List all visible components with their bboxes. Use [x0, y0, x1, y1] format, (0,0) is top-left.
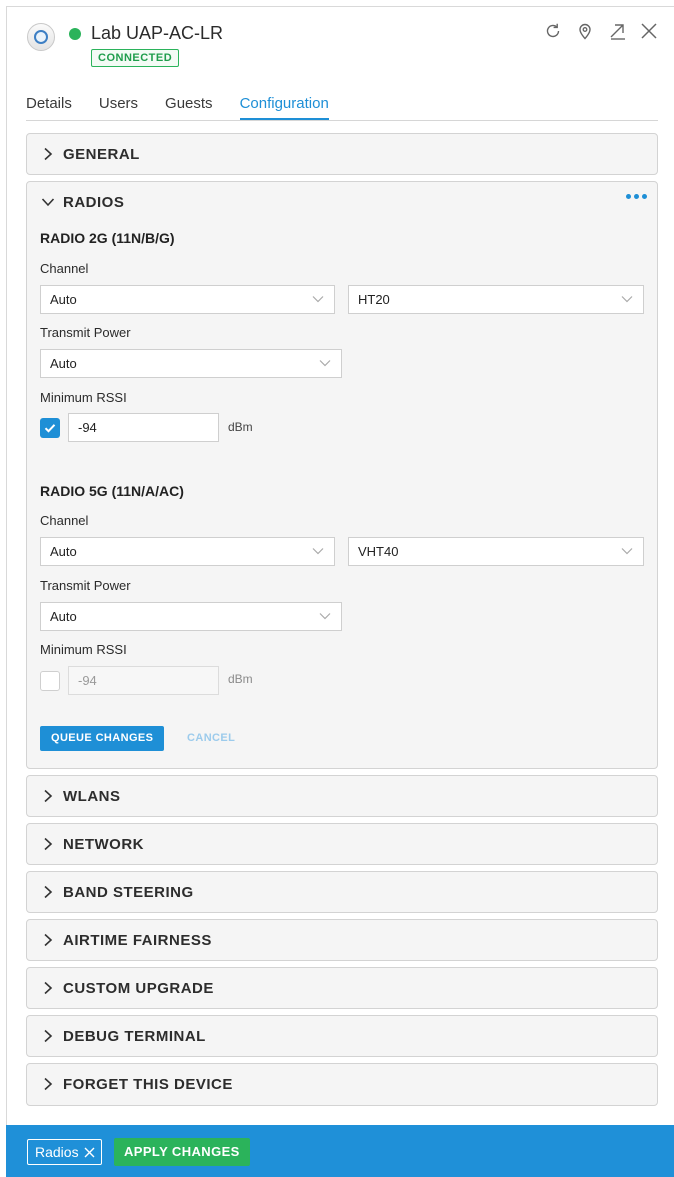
refresh-icon[interactable]: [542, 20, 564, 42]
section-general-header[interactable]: GENERAL: [27, 134, 657, 174]
rssi-unit: dBm: [228, 420, 253, 434]
section-debug-terminal: DEBUG TERMINAL: [26, 1015, 658, 1057]
pending-changes-bar: Radios APPLY CHANGES: [6, 1125, 674, 1177]
tab-users[interactable]: Users: [99, 93, 138, 120]
radio-2g-title: RADIO 2G (11N/B/G): [40, 230, 175, 246]
chevron-down-icon: [621, 296, 633, 303]
radio-5g-channel-select[interactable]: Auto: [40, 537, 335, 566]
section-title: BAND STEERING: [63, 883, 194, 901]
check-icon: [44, 424, 56, 433]
chevron-right-icon: [44, 1029, 53, 1043]
device-name: Lab UAP-AC-LR: [91, 23, 224, 43]
rssi-unit: dBm: [228, 672, 253, 686]
section-debug-terminal-header[interactable]: DEBUG TERMINAL: [27, 1016, 657, 1056]
section-title: WLANS: [63, 787, 121, 805]
section-radios: RADIOS RADIO 2G (11N/B/G) Channel Auto H…: [26, 181, 658, 769]
section-title: FORGET THIS DEVICE: [63, 1075, 233, 1093]
radio-2g-width-select[interactable]: HT20: [348, 285, 644, 314]
radio-2g-channel-select[interactable]: Auto: [40, 285, 335, 314]
transmit-power-label: Transmit Power: [40, 578, 131, 593]
chip-label: Radios: [35, 1144, 79, 1160]
chevron-down-icon: [319, 360, 331, 367]
channel-label: Channel: [40, 513, 89, 528]
popout-icon[interactable]: [606, 20, 628, 42]
queue-changes-button[interactable]: QUEUE CHANGES: [40, 726, 165, 751]
tab-configuration[interactable]: Configuration: [239, 93, 329, 120]
status-badge: CONNECTED: [91, 49, 180, 67]
device-icon: [27, 23, 55, 51]
chevron-down-icon: [319, 613, 331, 620]
section-title: AIRTIME FAIRNESS: [63, 931, 212, 949]
section-airtime-fairness: AIRTIME FAIRNESS: [26, 919, 658, 961]
radio-2g-power-select[interactable]: Auto: [40, 349, 342, 378]
section-general: GENERAL: [26, 133, 658, 175]
section-network: NETWORK: [26, 823, 658, 865]
chevron-down-icon: [41, 198, 55, 207]
radio-5g-rssi-input[interactable]: -94: [68, 666, 219, 695]
section-network-header[interactable]: NETWORK: [27, 824, 657, 864]
section-title: DEBUG TERMINAL: [63, 1027, 206, 1045]
chevron-down-icon: [621, 548, 633, 555]
chevron-right-icon: [44, 789, 53, 803]
section-wlans: WLANS: [26, 775, 658, 817]
channel-label: Channel: [40, 261, 89, 276]
tab-details[interactable]: Details: [26, 93, 72, 120]
section-forget-device-header[interactable]: FORGET THIS DEVICE: [27, 1064, 657, 1104]
section-title: RADIOS: [63, 193, 125, 211]
section-airtime-fairness-header[interactable]: AIRTIME FAIRNESS: [27, 920, 657, 960]
section-radios-header[interactable]: RADIOS: [27, 182, 657, 222]
chevron-down-icon: [312, 548, 324, 555]
radio-5g-title: RADIO 5G (11N/A/AC): [40, 483, 184, 499]
chevron-right-icon: [44, 1077, 53, 1091]
status-dot: [69, 28, 81, 40]
close-icon[interactable]: [638, 20, 660, 42]
section-band-steering-header[interactable]: BAND STEERING: [27, 872, 657, 912]
transmit-power-label: Transmit Power: [40, 325, 131, 340]
tab-guests[interactable]: Guests: [165, 93, 213, 120]
section-wlans-header[interactable]: WLANS: [27, 776, 657, 816]
section-forget-device: FORGET THIS DEVICE: [26, 1063, 658, 1106]
chevron-right-icon: [44, 885, 53, 899]
device-header: Lab UAP-AC-LR CONNECTED: [20, 18, 660, 78]
chevron-down-icon: [312, 296, 324, 303]
apply-changes-button[interactable]: APPLY CHANGES: [114, 1138, 250, 1166]
radio-5g-width-select[interactable]: VHT40: [348, 537, 644, 566]
min-rssi-label: Minimum RSSI: [40, 390, 127, 405]
pending-change-chip[interactable]: Radios: [27, 1139, 102, 1165]
min-rssi-label: Minimum RSSI: [40, 642, 127, 657]
chevron-right-icon: [44, 981, 53, 995]
section-title: CUSTOM UPGRADE: [63, 979, 214, 997]
cancel-button[interactable]: CANCEL: [187, 726, 235, 751]
radio-2g-rssi-checkbox[interactable]: [40, 418, 60, 438]
chevron-right-icon: [44, 933, 53, 947]
chevron-right-icon: [44, 837, 53, 851]
header-actions: [542, 20, 660, 42]
more-options-icon[interactable]: [626, 194, 647, 199]
section-title: GENERAL: [63, 145, 140, 163]
section-custom-upgrade: CUSTOM UPGRADE: [26, 967, 658, 1009]
locate-icon[interactable]: [574, 20, 596, 42]
tab-bar: Details Users Guests Configuration: [26, 93, 658, 121]
radio-5g-power-select[interactable]: Auto: [40, 602, 342, 631]
close-icon[interactable]: [84, 1147, 95, 1158]
section-title: NETWORK: [63, 835, 144, 853]
section-band-steering: BAND STEERING: [26, 871, 658, 913]
radio-5g-rssi-checkbox[interactable]: [40, 671, 60, 691]
radio-2g-rssi-input[interactable]: -94: [68, 413, 219, 442]
section-custom-upgrade-header[interactable]: CUSTOM UPGRADE: [27, 968, 657, 1008]
chevron-right-icon: [44, 147, 53, 161]
